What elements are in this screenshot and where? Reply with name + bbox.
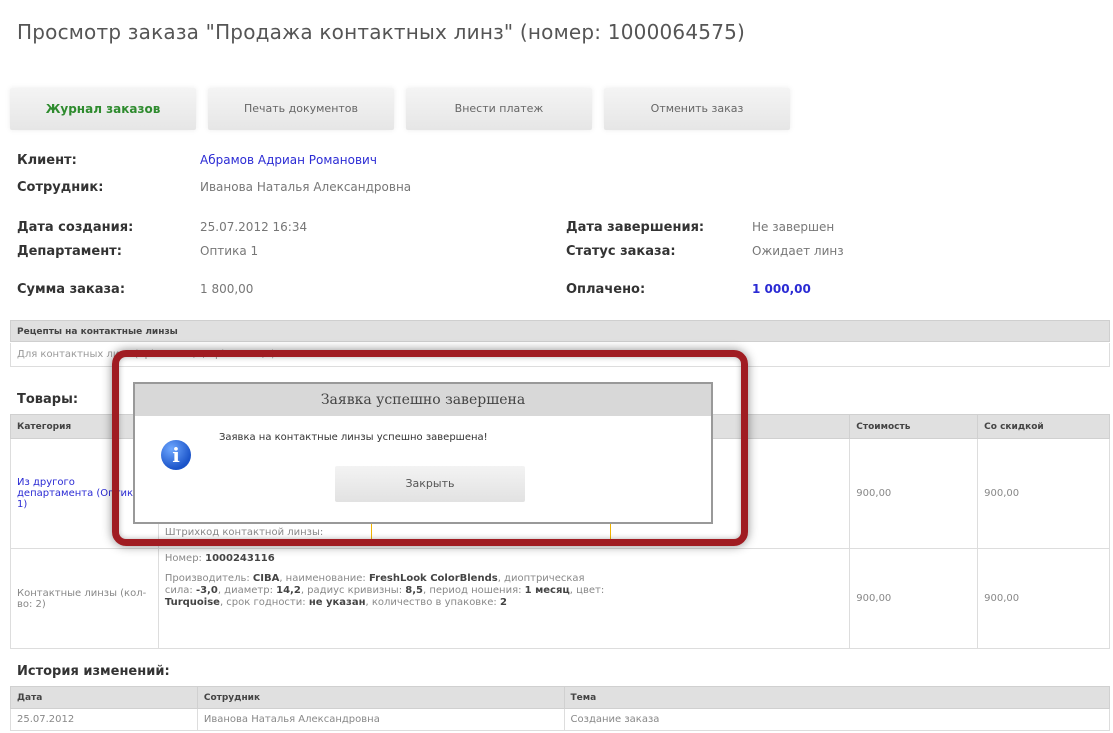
sum-label: Сумма заказа: [17, 282, 126, 297]
category-cell: Контактные линзы (кол-во: 2) [10, 548, 159, 649]
number-value: 1000243116 [205, 553, 275, 564]
employee-cell: Иванова Наталья Александровна [196, 708, 565, 731]
toolbar: Журнал заказов Печать документов Внести … [10, 88, 790, 130]
col-employee: Сотрудник [196, 686, 565, 709]
created-label: Дата создания: [17, 220, 134, 235]
employee-label: Сотрудник: [17, 180, 104, 195]
topic-cell: Создание заказа [563, 708, 1111, 731]
recipes-header: Рецепты на контактные линзы [10, 320, 1110, 342]
employee-value: Иванова Наталья Александровна [200, 180, 412, 194]
paid-label: Оплачено: [566, 282, 646, 297]
history-table: Дата Сотрудник Тема 25.07.2012 Иванова Н… [10, 686, 1111, 731]
number-label: Номер: [164, 553, 202, 564]
discount-cell: 900,00 [977, 548, 1110, 649]
sum-value: 1 800,00 [200, 282, 254, 296]
client-link[interactable]: Абрамов Адриан Романович [200, 153, 377, 167]
table-row: 25.07.2012 Иванова Наталья Александровна… [10, 708, 1111, 731]
col-topic: Тема [563, 686, 1111, 709]
cost-cell: 900,00 [849, 438, 979, 549]
history-header-row: Дата Сотрудник Тема [10, 686, 1111, 709]
finished-value: Не завершен [752, 220, 835, 234]
add-payment-button[interactable]: Внести платеж [406, 88, 592, 130]
cancel-order-button[interactable]: Отменить заказ [604, 88, 790, 130]
goods-title: Товары: [17, 392, 79, 407]
col-discount: Со скидкой [977, 414, 1110, 439]
print-documents-button[interactable]: Печать документов [208, 88, 394, 130]
discount-cell: 900,00 [977, 438, 1110, 549]
page-title: Просмотр заказа "Продажа контактных линз… [17, 20, 746, 44]
finished-label: Дата завершения: [566, 220, 705, 235]
lens-description: Производитель: CIBA, наименование: Fresh… [164, 573, 605, 608]
col-date: Дата [10, 686, 198, 709]
history-title: История изменений: [17, 664, 170, 679]
highlight-ring [112, 350, 748, 546]
status-label: Статус заказа: [566, 244, 676, 259]
orders-journal-button[interactable]: Журнал заказов [10, 88, 196, 130]
paid-value: 1 000,00 [752, 282, 811, 296]
table-row: Контактные линзы (кол-во: 2) Номер: 1000… [10, 548, 1110, 649]
department-label: Департамент: [17, 244, 122, 259]
col-cost: Стоимость [849, 414, 979, 439]
created-value: 25.07.2012 16:34 [200, 220, 308, 234]
department-value: Оптика 1 [200, 244, 259, 258]
status-value: Ожидает линз [752, 244, 844, 258]
description-cell: Номер: 1000243116 Производитель: CIBA, н… [157, 548, 851, 649]
client-label: Клиент: [17, 153, 77, 168]
cost-cell: 900,00 [849, 548, 979, 649]
date-cell: 25.07.2012 [10, 708, 198, 731]
